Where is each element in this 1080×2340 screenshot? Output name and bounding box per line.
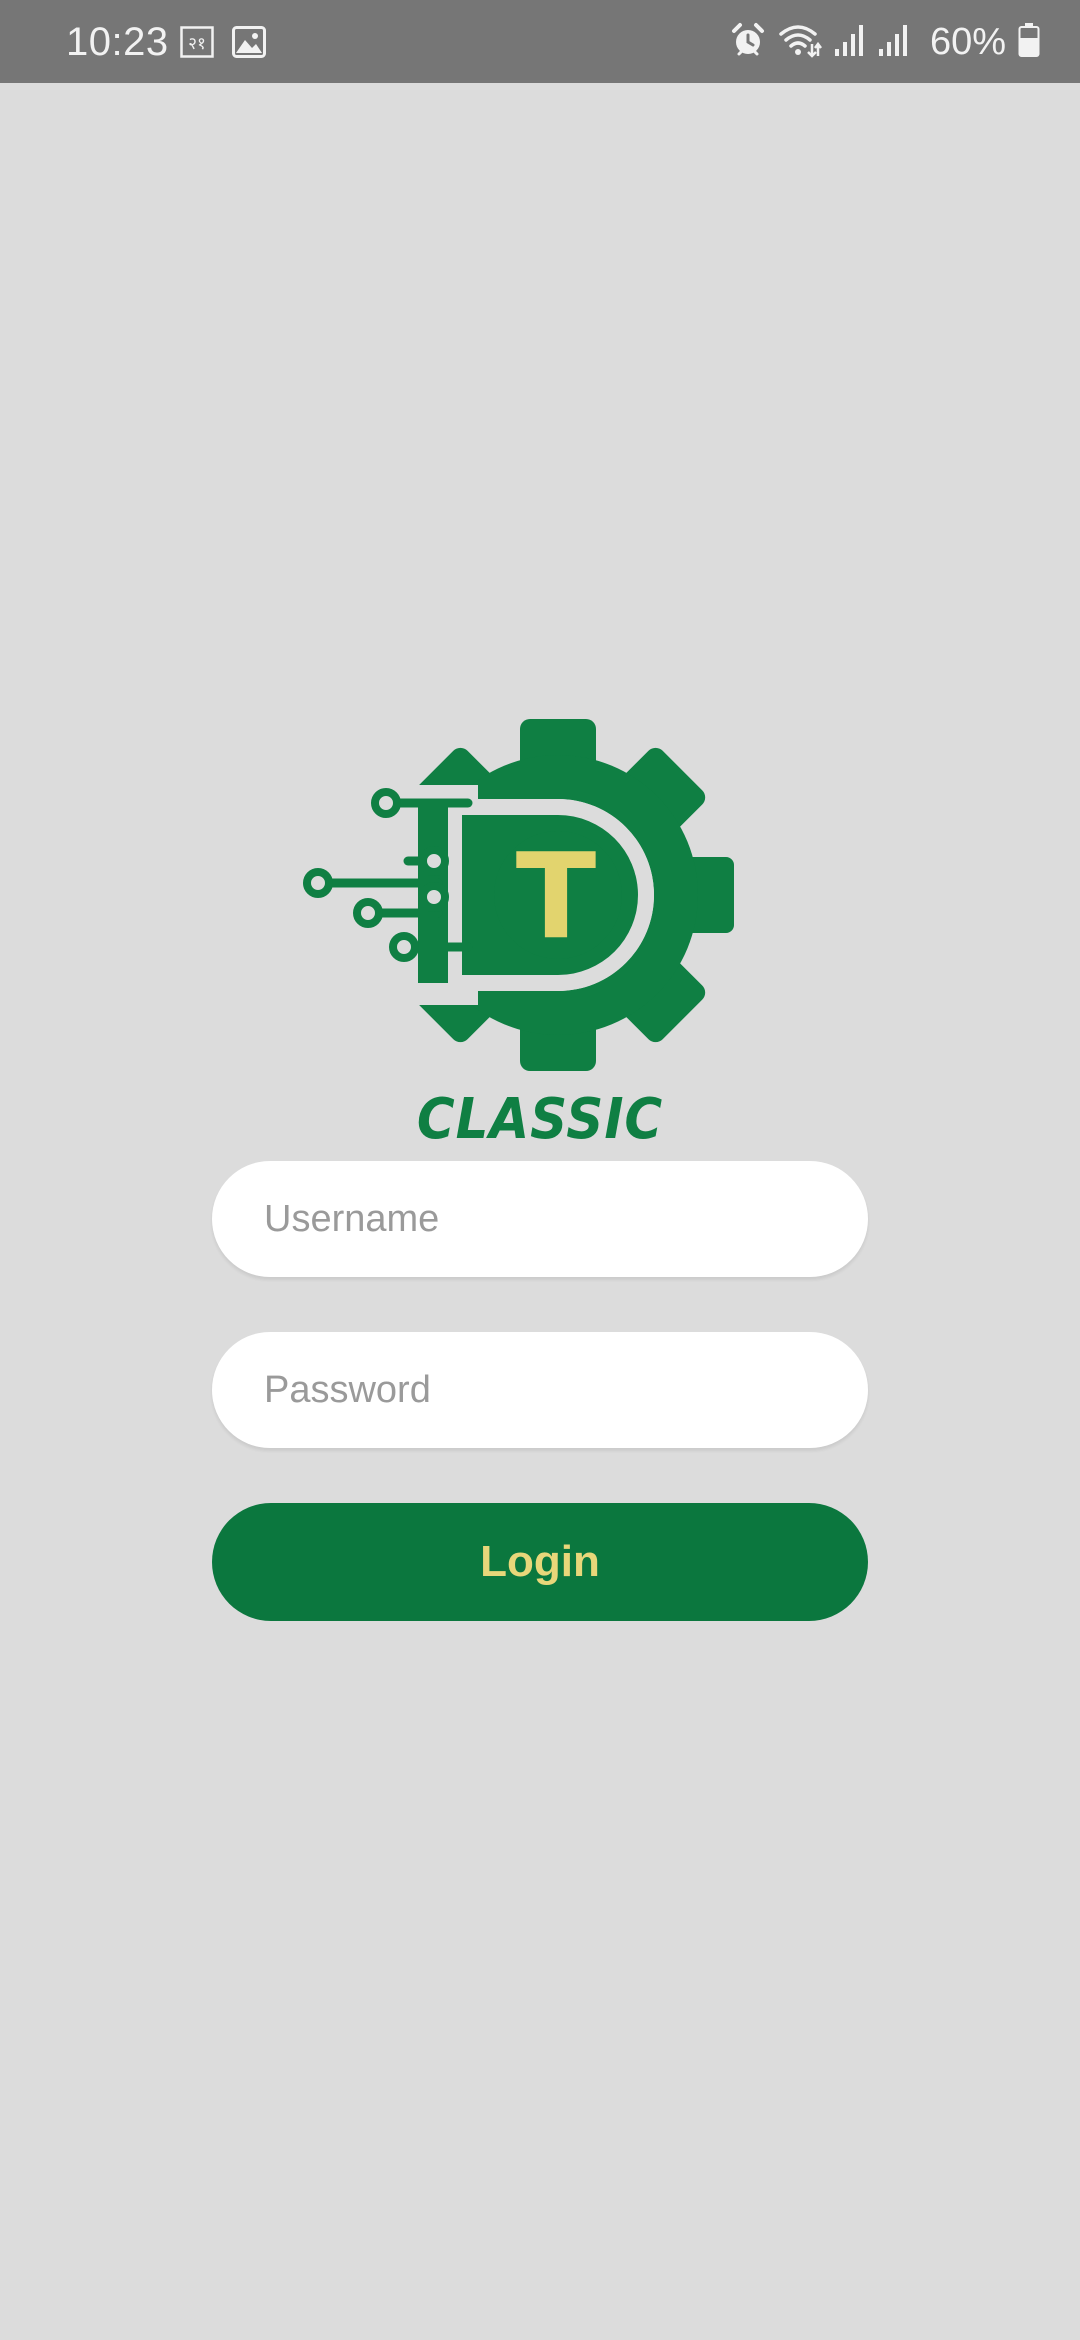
battery-percent: 60% — [929, 21, 1006, 63]
status-left-icons: २१ — [180, 26, 266, 63]
password-input[interactable] — [212, 1332, 868, 1448]
status-right: 60% — [730, 18, 1040, 66]
username-input[interactable] — [212, 1161, 868, 1277]
image-icon — [232, 26, 266, 63]
status-bar: 10:23 २१ 60% — [0, 0, 1080, 83]
wifi-icon — [778, 22, 822, 63]
classic-engine-logo-icon: T — [303, 719, 734, 1071]
login-button[interactable]: Login — [212, 1503, 868, 1621]
signal-icon — [834, 23, 866, 62]
svg-text:२१: २१ — [188, 34, 206, 54]
password-field-container — [212, 1332, 868, 1448]
battery-icon — [1018, 22, 1040, 63]
svg-text:T: T — [516, 827, 597, 965]
rupee-note-icon: २१ — [180, 26, 214, 63]
status-time: 10:23 — [66, 20, 169, 64]
signal-icon — [878, 23, 910, 62]
username-field-container — [212, 1161, 868, 1277]
alarm-icon — [730, 22, 766, 63]
